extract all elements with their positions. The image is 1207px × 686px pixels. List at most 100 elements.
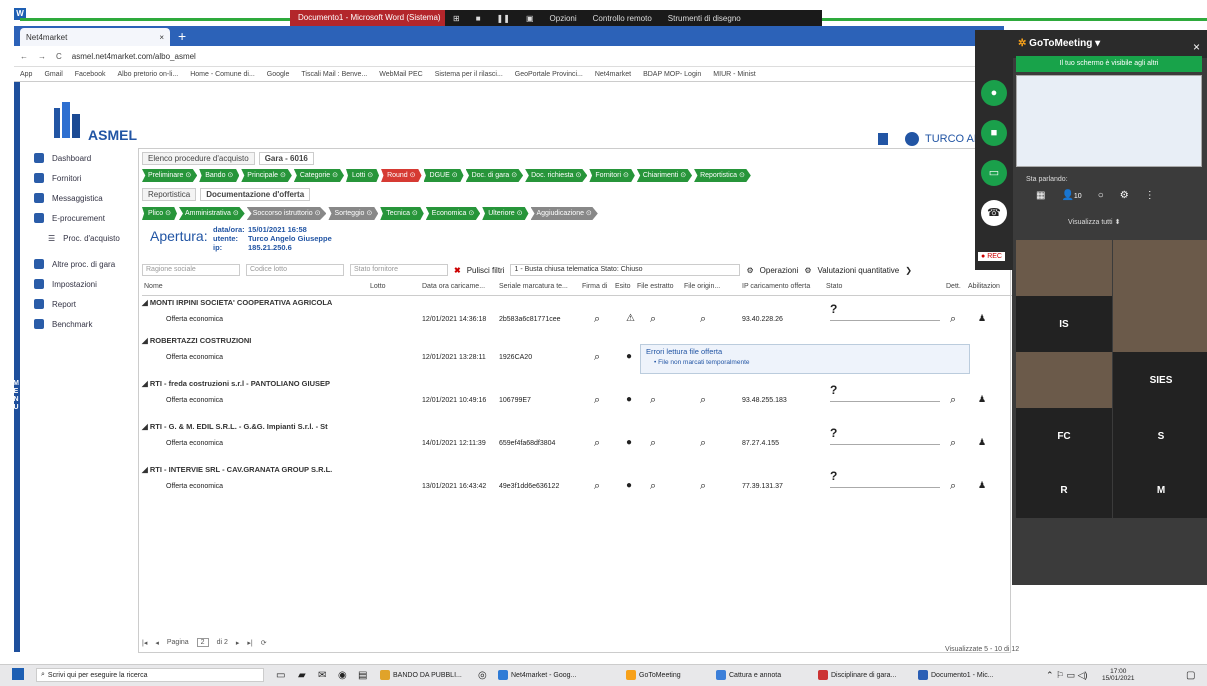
tab-reportistica[interactable]: Reportistica	[142, 188, 197, 201]
step-aggiudicazione[interactable]: Aggiudicazione ⊙	[530, 207, 598, 220]
enable-users-icon[interactable]: ♟	[978, 480, 986, 491]
step-bando[interactable]: Bando ⊙	[199, 169, 240, 182]
group-row[interactable]: ◢ MONTI IRPINI SOCIETA' COOPERATIVA AGRI…	[142, 298, 1002, 307]
detail-search-icon[interactable]: ⌕	[950, 313, 956, 326]
remote-control-menu[interactable]: Controllo remoto	[585, 14, 660, 23]
user-name[interactable]: TURCO AN	[925, 133, 982, 145]
step-plico[interactable]: Plico ⊙	[142, 207, 177, 220]
explorer-folder-icon[interactable]: ▤	[358, 668, 367, 682]
bookmark-item[interactable]: BDAP MOP- Login	[643, 71, 701, 78]
chat-icon[interactable]: ○	[1098, 190, 1104, 201]
sidebar-item-impostazioni[interactable]: Impostazioni	[30, 274, 138, 294]
camera-icon[interactable]: ■	[981, 120, 1007, 146]
sidebar-item-benchmark[interactable]: Benchmark	[30, 314, 138, 334]
system-tray-icons[interactable]: ⌃ ⚐ ▭ ◁)	[1046, 668, 1088, 682]
taskbar-app[interactable]: BANDO DA PUBBLI...	[380, 668, 462, 682]
browser-tab[interactable]: Net4market ×	[20, 28, 170, 46]
participant-tile[interactable]: SIES	[1113, 352, 1207, 408]
bookmark-item[interactable]: Facebook	[75, 71, 106, 78]
bookmark-item[interactable]: Tiscali Mail : Benve...	[301, 71, 367, 78]
ragione-sociale-filter[interactable]: Ragione sociale	[142, 264, 240, 276]
step-reportistica[interactable]: Reportistica ⊙	[694, 169, 751, 182]
busta-select[interactable]: 1 - Busta chiusa telematica Stato: Chius…	[510, 264, 741, 276]
bookmark-item[interactable]: Albo pretorio on-li...	[118, 71, 179, 78]
status-dropdown[interactable]	[830, 310, 940, 321]
remote-options-menu[interactable]: Opzioni	[542, 14, 585, 23]
bookmark-item[interactable]: Home - Comune di...	[190, 71, 255, 78]
group-row[interactable]: ◢ RTI - freda costruzioni s.r.l - PANTOL…	[142, 379, 1002, 388]
sidebar-item-messaggistica[interactable]: Messaggistica	[30, 188, 138, 208]
participant-tile[interactable]: R	[1016, 462, 1112, 518]
extracted-file-search-icon[interactable]: ⌕	[650, 313, 656, 326]
edge-icon[interactable]: ◉	[338, 668, 347, 682]
file-explorer-icon[interactable]: ▰	[298, 668, 306, 682]
bookmark-item[interactable]: Google	[267, 71, 290, 78]
extracted-file-search-icon[interactable]: ⌕	[650, 394, 656, 407]
participant-tile[interactable]: IS	[1016, 296, 1112, 352]
step-amministrativa[interactable]: Amministrativa ⊙	[179, 207, 245, 220]
participant-tile[interactable]	[1113, 240, 1207, 296]
col-file-origine[interactable]: File origin...	[684, 283, 720, 290]
next-page-icon[interactable]: ▸	[236, 639, 240, 647]
back-icon[interactable]: ←	[20, 52, 28, 61]
grid-icon[interactable]: ▦	[1036, 190, 1045, 201]
step-doc-richiesta[interactable]: Doc. richiesta ⊙	[525, 169, 588, 182]
pin-icon[interactable]: ⊞	[445, 14, 468, 23]
prev-page-icon[interactable]: ◂	[155, 639, 159, 647]
taskbar-search[interactable]: ⌕ Scrivi qui per eseguire la ricerca	[36, 668, 264, 682]
col-abilitazione[interactable]: Abilitazion	[968, 283, 1000, 290]
hang-up-icon[interactable]: ☎	[981, 200, 1007, 226]
user-avatar-icon[interactable]	[905, 132, 919, 146]
col-stato[interactable]: Stato	[826, 283, 842, 290]
extracted-file-search-icon[interactable]: ⌕	[650, 437, 656, 450]
step-sorteggio[interactable]: Sorteggio ⊙	[328, 207, 379, 220]
participant-tile[interactable]	[1016, 352, 1112, 408]
sidebar-item-eprocurement[interactable]: E-procurement	[30, 208, 138, 228]
bookmark-item[interactable]: Sistema per il rilasci...	[435, 71, 503, 78]
participant-tile[interactable]: M	[1113, 462, 1207, 518]
new-tab-icon[interactable]: +	[178, 28, 186, 44]
status-dropdown[interactable]	[830, 434, 940, 445]
original-file-search-icon[interactable]: ⌕	[700, 313, 706, 326]
col-esito[interactable]: Esito	[615, 283, 631, 290]
tab-elenco-procedure[interactable]: Elenco procedure d'acquisto	[142, 152, 255, 165]
menu-rail[interactable]	[14, 82, 20, 652]
detail-search-icon[interactable]: ⌕	[950, 394, 956, 407]
step-round[interactable]: Round ⊙	[381, 169, 422, 182]
taskbar-app[interactable]: Cattura e annota	[716, 668, 781, 682]
close-tab-icon[interactable]: ×	[159, 33, 164, 42]
taskbar-app[interactable]: Disciplinare di gara...	[818, 668, 896, 682]
notes-icon[interactable]	[878, 133, 888, 145]
col-lotto[interactable]: Lotto	[370, 283, 386, 290]
col-ip[interactable]: IP caricamento offerta	[742, 283, 810, 290]
mail-icon[interactable]: ✉	[318, 668, 326, 682]
table-row[interactable]: Offerta economica 13/01/2021 16:43:42 49e3…	[142, 469, 1002, 497]
stop-icon[interactable]: ■	[468, 14, 489, 23]
more-icon[interactable]: ⋮	[1145, 190, 1155, 201]
original-file-search-icon[interactable]: ⌕	[700, 394, 706, 407]
close-icon[interactable]: ×	[1193, 40, 1200, 54]
screen-share-icon[interactable]: ▭	[981, 160, 1007, 186]
taskbar-app[interactable]: GoToMeeting	[626, 668, 681, 682]
signature-search-icon[interactable]: ⌕	[594, 351, 600, 364]
group-row[interactable]: ◢ RTI - INTERVIE SRL - CAV.GRANATA GROUP…	[142, 465, 1002, 474]
ok-icon[interactable]: ●	[626, 437, 632, 448]
valutazioni-button[interactable]: Valutazioni quantitative	[818, 266, 900, 275]
sidebar-item-altre-proc[interactable]: Altre proc. di gara	[30, 254, 138, 274]
refresh-icon[interactable]: ⟳	[261, 639, 267, 647]
step-lotti[interactable]: Lotti ⊙	[346, 169, 380, 182]
pause-icon[interactable]: ❚❚	[489, 14, 518, 23]
windows-start-icon[interactable]	[12, 668, 24, 680]
sidebar-item-dashboard[interactable]: Dashboard	[30, 148, 138, 168]
ok-icon[interactable]: ●	[626, 480, 632, 491]
menu-rail-label[interactable]: MENU	[12, 380, 20, 412]
sidebar-item-report[interactable]: Report	[30, 294, 138, 314]
reload-icon[interactable]: C	[56, 52, 62, 61]
step-chiarimenti[interactable]: Chiarimenti ⊙	[636, 169, 693, 182]
screen-icon[interactable]: ▣	[518, 14, 542, 23]
sidebar-item-proc-acquisto[interactable]: ☰ Proc. d'acquisto	[30, 228, 138, 248]
bookmark-item[interactable]: Gmail	[44, 71, 62, 78]
status-dropdown[interactable]	[830, 391, 940, 402]
enable-users-icon[interactable]: ♟	[978, 313, 986, 324]
signature-search-icon[interactable]: ⌕	[594, 394, 600, 407]
